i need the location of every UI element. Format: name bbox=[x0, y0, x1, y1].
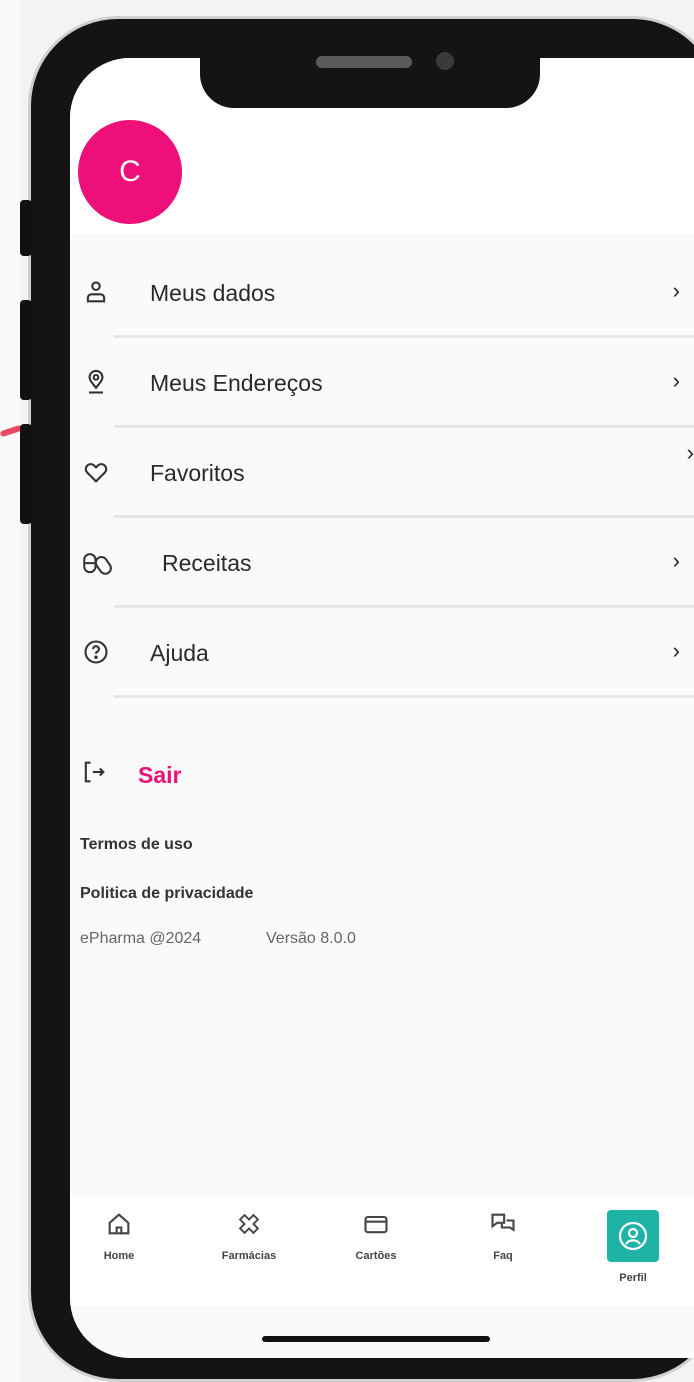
avatar[interactable]: C bbox=[78, 120, 182, 224]
menu-item-favoritos[interactable]: Favoritos › bbox=[70, 428, 694, 518]
menu-item-label: Meus dados bbox=[150, 280, 276, 306]
chevron-right-icon: › bbox=[672, 548, 680, 573]
profile-icon bbox=[607, 1210, 659, 1262]
tab-label: Faq bbox=[493, 1250, 513, 1262]
tab-label: Cartões bbox=[355, 1250, 397, 1262]
tab-farmacias[interactable]: Farmácias bbox=[194, 1210, 304, 1262]
chat-bubbles-icon bbox=[491, 1213, 515, 1232]
person-icon bbox=[86, 281, 106, 303]
chevron-right-icon: › bbox=[672, 638, 680, 663]
terms-link[interactable]: Termos de uso bbox=[80, 836, 193, 854]
card-icon bbox=[364, 1215, 388, 1234]
volume-down-button bbox=[20, 424, 32, 524]
menu-item-label: Ajuda bbox=[150, 640, 209, 666]
menu-item-label: Meus Endereços bbox=[150, 370, 323, 396]
front-camera bbox=[436, 52, 454, 70]
logout-label: Sair bbox=[138, 762, 182, 788]
background-strip bbox=[0, 0, 20, 1382]
bottom-tab-bar: Home Farmácias Cartões Faq Perfil bbox=[70, 1196, 694, 1306]
tab-faq[interactable]: Faq bbox=[448, 1210, 558, 1262]
help-circle-icon bbox=[84, 640, 108, 664]
divider bbox=[114, 695, 694, 698]
app-screen: C Meus dados › Meus Endereços › Favorito… bbox=[70, 58, 694, 1358]
tab-label: Home bbox=[103, 1250, 135, 1262]
mute-button bbox=[20, 200, 32, 256]
version-text: Versão 8.0.0 bbox=[266, 930, 356, 947]
profile-menu: Meus dados › Meus Endereços › Favoritos … bbox=[70, 248, 694, 698]
tab-cartoes[interactable]: Cartões bbox=[321, 1210, 431, 1262]
tab-label: Farmácias bbox=[221, 1250, 277, 1262]
menu-item-label: Favoritos bbox=[150, 460, 245, 486]
volume-up-button bbox=[20, 300, 32, 400]
location-pin-icon bbox=[88, 369, 104, 394]
tab-label: Perfil bbox=[619, 1272, 647, 1284]
menu-item-ajuda[interactable]: Ajuda › bbox=[70, 608, 694, 698]
menu-item-meus-enderecos[interactable]: Meus Endereços › bbox=[70, 338, 694, 428]
home-indicator bbox=[262, 1336, 490, 1342]
menu-item-receitas[interactable]: Receitas › bbox=[70, 518, 694, 608]
tab-perfil[interactable]: Perfil bbox=[578, 1210, 688, 1284]
pharmacy-cross-icon bbox=[238, 1213, 260, 1235]
home-icon bbox=[108, 1213, 130, 1235]
privacy-link[interactable]: Politica de privacidade bbox=[80, 885, 253, 903]
pills-icon bbox=[83, 553, 112, 575]
logout-icon bbox=[84, 761, 105, 783]
phone-notch bbox=[200, 40, 540, 108]
menu-item-label: Receitas bbox=[162, 550, 252, 576]
speaker-grill bbox=[316, 56, 412, 68]
chevron-right-icon: › bbox=[672, 368, 680, 393]
chevron-right-icon: › bbox=[672, 278, 680, 303]
chevron-right-icon: › bbox=[686, 440, 694, 465]
copyright-text: ePharma @2024 bbox=[80, 930, 202, 947]
menu-item-meus-dados[interactable]: Meus dados › bbox=[70, 248, 694, 338]
tab-home[interactable]: Home bbox=[70, 1210, 174, 1262]
heart-icon bbox=[84, 463, 108, 483]
